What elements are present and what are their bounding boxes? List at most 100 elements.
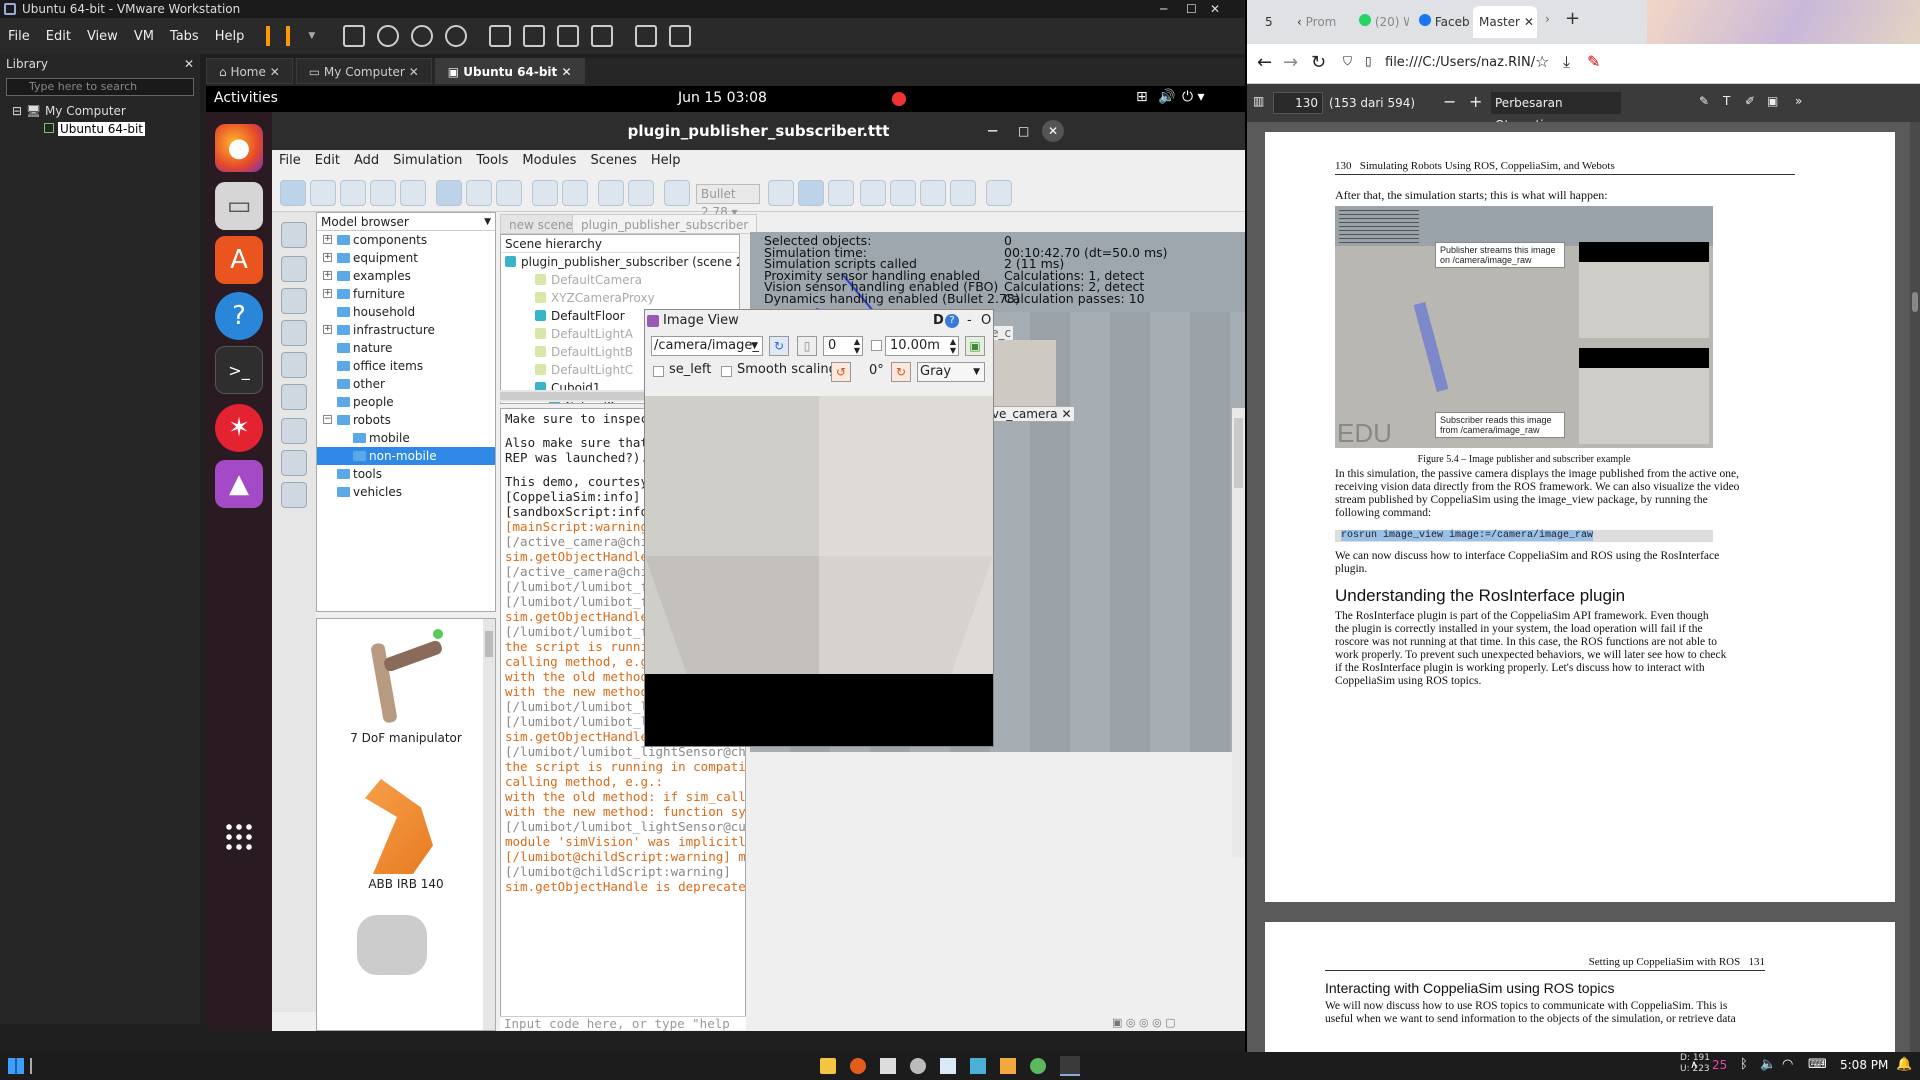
minimize-button[interactable]: ─ <box>988 112 997 150</box>
start-simulation-icon[interactable] <box>768 180 794 206</box>
model-folder-4[interactable]: household <box>317 303 495 321</box>
app-taskbar-icon-5[interactable] <box>1030 1058 1046 1074</box>
zoom-select[interactable]: Perbesaran Otomatis⌄ <box>1491 92 1621 132</box>
reload-icon[interactable]: ↻ <box>1311 52 1326 73</box>
expand-icon[interactable]: + <box>323 289 332 298</box>
camera-shift-icon[interactable] <box>340 180 366 206</box>
tab-ubuntu[interactable]: ▣ Ubuntu 64-bit ✕ <box>434 58 585 84</box>
model-browser-header[interactable]: Model browser ▼ <box>317 213 495 231</box>
expand-icon[interactable]: + <box>323 271 332 280</box>
close-button[interactable]: O <box>981 310 991 332</box>
menu-simulation[interactable]: Simulation <box>386 150 469 172</box>
model-folder-11[interactable]: mobile <box>317 429 495 447</box>
tree-item-ubuntu[interactable]: Ubuntu 64-bit <box>12 120 200 138</box>
model-folder-6[interactable]: nature <box>317 339 495 357</box>
distance-checkbox[interactable] <box>871 340 882 351</box>
smooth-scaling-checkbox[interactable] <box>721 366 732 377</box>
menu-modules[interactable]: Modules <box>515 150 583 172</box>
menu-help[interactable]: Help <box>207 29 253 44</box>
power-icon[interactable]: ⏻ ▾ <box>1182 89 1205 105</box>
collapse-icon[interactable]: − <box>323 415 332 424</box>
model-folder-12[interactable]: non-mobile <box>317 447 495 465</box>
pdf-scrollbar[interactable] <box>1910 122 1920 1052</box>
menu-help[interactable]: Help <box>644 150 688 172</box>
activities-button[interactable]: Activities <box>214 90 278 106</box>
model-folder-0[interactable]: + components <box>317 231 495 249</box>
scripts-icon[interactable] <box>281 352 307 378</box>
tab-facebook[interactable]: Faceb <box>1413 6 1471 38</box>
vmware-taskbar-icon[interactable] <box>1060 1056 1080 1076</box>
help-icon[interactable]: ? <box>215 292 263 340</box>
hierarchy-item[interactable]: XYZCameraProxy <box>501 289 739 307</box>
spin-arrows-icon[interactable]: ▲ ▼ <box>950 337 956 355</box>
right-scroll-thumb[interactable] <box>1234 418 1243 488</box>
menu-vm[interactable]: VM <box>126 29 162 44</box>
maximize-button[interactable]: ☐ <box>1186 0 1197 18</box>
tab-home[interactable]: ⌂ Home ✕ <box>206 58 293 84</box>
object-shift-icon[interactable] <box>466 180 492 206</box>
zoom-fit-button[interactable]: ▯ <box>797 336 817 356</box>
menu-view[interactable]: View <box>79 29 126 44</box>
menu-edit[interactable]: Edit <box>308 150 347 172</box>
tray-chevron-icon[interactable]: ∧ <box>1690 1058 1698 1071</box>
menu-tools[interactable]: Tools <box>469 150 515 172</box>
model-thumb-7dof[interactable] <box>347 629 447 729</box>
show-apps-icon[interactable] <box>224 822 254 852</box>
library-close-icon[interactable]: ✕ <box>184 54 194 74</box>
tab-close-icon[interactable]: ✕ <box>1524 15 1534 29</box>
manage-snapshots-icon[interactable] <box>445 25 468 47</box>
camera-pan-icon[interactable] <box>280 180 306 206</box>
dropdown-icon[interactable]: ▼ <box>300 31 323 41</box>
transfer-dna-icon[interactable] <box>562 180 588 206</box>
collapse-icon[interactable]: ⊟ <box>12 104 26 118</box>
search-icon[interactable] <box>281 256 307 282</box>
library-search-input[interactable]: Type here to search <box>6 78 194 96</box>
console-input[interactable]: Input code here, or type "help <box>500 1016 746 1031</box>
expand-icon[interactable]: + <box>323 235 332 244</box>
menu-edit[interactable]: Edit <box>38 29 79 44</box>
assemble-icon[interactable] <box>532 180 558 206</box>
scene-tab-new[interactable]: new scene <box>500 214 582 234</box>
hierarchy-item[interactable]: DefaultCamera <box>501 271 739 289</box>
bookmark-star-icon[interactable]: ☆ <box>1535 52 1549 71</box>
explorer-icon[interactable] <box>820 1058 836 1074</box>
model-folder-10[interactable]: − robots <box>317 411 495 429</box>
object-rotate-icon[interactable] <box>496 180 522 206</box>
page-selector-icon[interactable] <box>986 180 1012 206</box>
model-folder-5[interactable]: + infrastructure <box>317 321 495 339</box>
minimize-button[interactable]: - <box>967 310 972 332</box>
text-icon[interactable]: T <box>1723 94 1730 108</box>
slow-down-icon[interactable] <box>890 180 916 206</box>
color-scheme-select[interactable]: Gray ▼ <box>917 362 985 382</box>
model-thumb-next[interactable] <box>357 915 427 975</box>
more-tools-icon[interactable]: » <box>1795 94 1802 108</box>
chevron-right-icon[interactable]: › <box>1545 12 1550 26</box>
realtime-icon[interactable] <box>860 180 886 206</box>
menu-tabs[interactable]: Tabs <box>162 29 207 44</box>
tab-close-icon[interactable]: ✕ <box>561 65 571 79</box>
expand-icon[interactable]: + <box>323 253 332 262</box>
stretch-icon[interactable] <box>669 25 692 47</box>
download-icon[interactable]: ⤓ <box>1563 52 1570 72</box>
right-scrollbar[interactable] <box>1232 408 1245 858</box>
firefox-icon[interactable]: ● <box>215 124 263 172</box>
app-taskbar-icon-3[interactable] <box>970 1058 986 1074</box>
volume-icon[interactable]: 🔈 <box>1760 1057 1776 1072</box>
distance-spinbox[interactable]: 10.00m ▲ ▼ <box>885 336 959 356</box>
network-icon[interactable]: ⊞ <box>1136 89 1148 105</box>
simulation-settings-icon[interactable] <box>281 222 307 248</box>
fullscreen-icon[interactable] <box>557 25 580 47</box>
close-button[interactable]: ✕ <box>1210 0 1220 18</box>
redo-icon[interactable] <box>628 180 654 206</box>
library-toggle-icon[interactable] <box>489 25 512 47</box>
rotate-left-button[interactable]: ↺ <box>831 362 851 382</box>
page-number-input[interactable]: 130 <box>1273 92 1323 114</box>
user-settings-icon[interactable] <box>281 482 307 508</box>
sidebar-toggle-icon[interactable]: ▥ <box>1253 94 1264 108</box>
wifi-icon[interactable]: ◠ <box>1782 1057 1793 1072</box>
stop-simulation-icon[interactable] <box>828 180 854 206</box>
menu-file[interactable]: File <box>272 150 308 172</box>
collections-icon[interactable] <box>281 320 307 346</box>
menu-scenes[interactable]: Scenes <box>583 150 643 172</box>
clock[interactable]: Jun 15 03:08 <box>678 90 767 106</box>
